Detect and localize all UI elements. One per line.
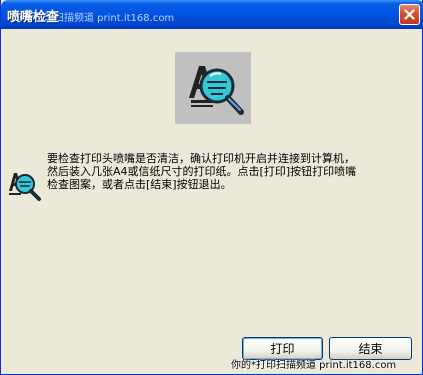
nozzle-check-dialog: 你的*打印扫描频道 print.it168.com 喷嘴检查 要检查打印头喷嘴是… (0, 0, 423, 375)
nozzle-check-small-icon (6, 167, 44, 203)
close-icon (404, 9, 415, 20)
window-title: 喷嘴检查 (7, 10, 60, 25)
nozzle-check-magnifier-icon (175, 52, 251, 124)
close-button[interactable] (399, 4, 420, 25)
title-bar[interactable]: 你的*打印扫描频道 print.it168.com 喷嘴检查 (1, 0, 423, 29)
bottom-watermark: 你的*打印扫描频道 print.it168.com (231, 360, 397, 371)
instruction-text: 要检查打印头喷嘴是否清洁，确认打印机开启并连接到计算机， 然后装入几张A4或信纸… (47, 152, 357, 191)
